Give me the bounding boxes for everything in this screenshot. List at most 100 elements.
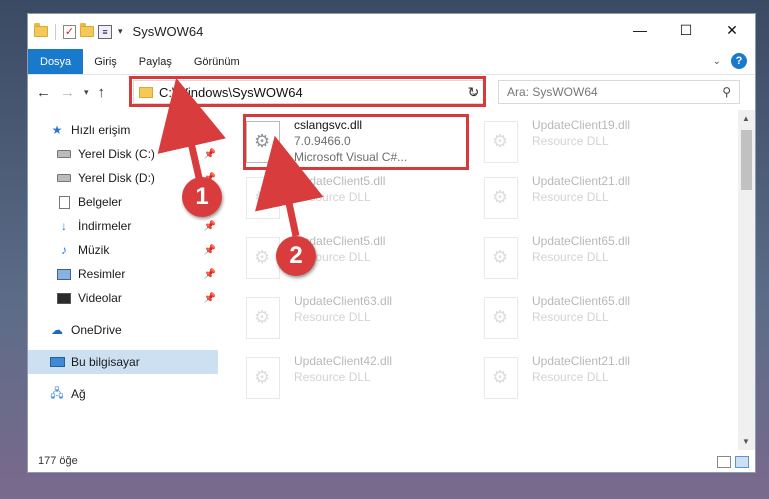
tiles-view-icon[interactable]: [735, 456, 749, 468]
tab-home[interactable]: Giriş: [83, 49, 128, 74]
computer-icon: [49, 357, 65, 367]
sidebar-item-music[interactable]: ♪ Müzik 📌: [28, 238, 218, 262]
properties-icon[interactable]: ≡: [98, 24, 112, 39]
file-item[interactable]: UpdateClient63.dll Resource DLL: [246, 292, 392, 344]
file-name: UpdateClient21.dll: [532, 354, 631, 368]
details-view-icon[interactable]: [717, 456, 731, 468]
item-count: 177 öğe: [38, 455, 78, 467]
step-2-badge: 2: [276, 236, 316, 276]
title-bar: ✓ ≡ ▾ SysWOW64 — ☐ ✕: [28, 14, 755, 49]
file-name: UpdateClient65.dll: [532, 234, 631, 248]
maximize-button[interactable]: ☐: [663, 14, 709, 46]
dll-file-icon: [484, 177, 518, 219]
sidebar-item-label: Yerel Disk (D:): [78, 171, 155, 185]
file-name: cslangsvc.dll: [294, 118, 363, 132]
dll-file-icon: [484, 297, 518, 339]
file-name: UpdateClient65.dll: [532, 294, 631, 308]
file-version: 7.0.9466.0: [294, 134, 351, 148]
file-type: Resource DLL: [294, 310, 371, 324]
dll-file-icon: [484, 237, 518, 279]
sidebar-item-label: Belgeler: [78, 195, 123, 209]
sidebar-item-network[interactable]: 🖧 Ağ: [28, 382, 218, 406]
customize-toolbar-chevron-icon[interactable]: ▾: [118, 26, 123, 37]
dll-file-icon: [246, 237, 280, 279]
step-1-badge: 1: [182, 177, 222, 217]
sidebar-item-label: Ağ: [71, 387, 86, 401]
quick-access-toolbar: ✓ ≡ ▾: [34, 23, 123, 40]
properties-check-icon[interactable]: ✓: [63, 24, 76, 39]
file-item-cslangsvc[interactable]: cslangsvc.dll 7.0.9466.0 Microsoft Visua…: [246, 116, 407, 168]
download-icon: ↓: [61, 219, 67, 233]
file-list: cslangsvc.dll 7.0.9466.0 Microsoft Visua…: [218, 110, 755, 450]
window-title: SysWOW64: [132, 24, 204, 39]
drive-icon: [57, 150, 71, 158]
scroll-up-arrow-icon[interactable]: ▲: [742, 114, 750, 123]
search-icon: ⚲: [722, 85, 731, 99]
sidebar-item-label: Hızlı erişim: [71, 123, 131, 137]
back-arrow-icon[interactable]: ←: [36, 84, 51, 101]
navigation-bar: ← → ▾ ↑ C:\Windows\SysWOW64 ⌄ ↻ ⚲: [28, 74, 755, 109]
tab-view[interactable]: Görünüm: [183, 49, 251, 74]
address-bar[interactable]: C:\Windows\SysWOW64 ⌄: [133, 80, 485, 104]
file-item[interactable]: UpdateClient5.dll Resource DLL: [246, 172, 385, 224]
folder-icon: [139, 86, 153, 98]
navigation-pane: ★ Hızlı erişim Yerel Disk (C:) 📌 Yerel D…: [28, 110, 218, 450]
sidebar-item-local-disk-c[interactable]: Yerel Disk (C:) 📌: [28, 142, 218, 166]
recent-locations-chevron-icon[interactable]: ▾: [84, 87, 89, 98]
tab-file[interactable]: Dosya: [28, 49, 84, 74]
scroll-down-arrow-icon[interactable]: ▼: [742, 437, 750, 446]
pin-icon[interactable]: 📌: [204, 149, 216, 160]
vertical-scrollbar[interactable]: ▲ ▼: [738, 110, 755, 450]
up-arrow-icon[interactable]: ↑: [98, 84, 106, 101]
file-item[interactable]: UpdateClient21.dll Resource DLL: [484, 172, 630, 224]
music-icon: ♪: [61, 243, 67, 257]
dll-file-icon: [484, 357, 518, 399]
dll-file-icon: [484, 121, 518, 163]
file-name: UpdateClient19.dll: [532, 118, 631, 132]
sidebar-item-label: Müzik: [78, 243, 110, 257]
file-type: Resource DLL: [532, 370, 609, 384]
search-box[interactable]: ⚲: [498, 80, 740, 104]
tab-share[interactable]: Paylaş: [128, 49, 183, 74]
address-path[interactable]: C:\Windows\SysWOW64: [159, 85, 303, 100]
file-item[interactable]: UpdateClient65.dll Resource DLL: [484, 292, 630, 344]
file-item[interactable]: UpdateClient21.dll Resource DLL: [484, 352, 630, 404]
sidebar-item-label: Resimler: [78, 267, 126, 281]
scrollbar-thumb[interactable]: [741, 130, 752, 190]
file-item[interactable]: UpdateClient42.dll Resource DLL: [246, 352, 392, 404]
sidebar-item-quick-access[interactable]: ★ Hızlı erişim: [28, 118, 218, 142]
dll-file-icon: [246, 121, 280, 163]
sidebar-item-videos[interactable]: Videolar 📌: [28, 286, 218, 310]
refresh-button[interactable]: ↻: [462, 80, 486, 104]
search-input[interactable]: [499, 85, 709, 99]
pin-icon[interactable]: 📌: [204, 269, 216, 280]
new-folder-icon[interactable]: [80, 23, 94, 37]
sidebar-item-label: Videolar: [78, 291, 122, 305]
folder-icon: [34, 23, 48, 37]
cloud-icon: ☁: [51, 323, 63, 337]
file-type: Resource DLL: [294, 190, 371, 204]
separator: [55, 23, 56, 40]
star-icon: ★: [51, 123, 63, 137]
file-type: Resource DLL: [294, 370, 371, 384]
file-item[interactable]: UpdateClient65.dll Resource DLL: [484, 232, 630, 284]
forward-arrow-icon[interactable]: →: [60, 84, 75, 101]
help-icon[interactable]: ?: [731, 53, 747, 69]
sidebar-item-this-pc[interactable]: Bu bilgisayar: [28, 350, 218, 374]
sidebar-item-downloads[interactable]: ↓ İndirmeler 📌: [28, 214, 218, 238]
dll-file-icon: [246, 177, 280, 219]
expand-ribbon-chevron-icon[interactable]: ⌄: [713, 56, 721, 67]
minimize-button[interactable]: —: [617, 14, 663, 46]
file-item[interactable]: UpdateClient19.dll Resource DLL: [484, 116, 630, 168]
sidebar-item-onedrive[interactable]: ☁ OneDrive: [28, 318, 218, 342]
pin-icon[interactable]: 📌: [204, 293, 216, 304]
pin-icon[interactable]: 📌: [204, 221, 216, 232]
close-button[interactable]: ✕: [709, 14, 755, 46]
sidebar-item-pictures[interactable]: Resimler 📌: [28, 262, 218, 286]
main-area: ★ Hızlı erişim Yerel Disk (C:) 📌 Yerel D…: [28, 110, 755, 450]
ribbon-tabs: Dosya Giriş Paylaş Görünüm ⌄ ?: [28, 49, 755, 74]
status-bar: 177 öğe: [28, 450, 755, 472]
pin-icon[interactable]: 📌: [204, 245, 216, 256]
file-type: Resource DLL: [532, 134, 609, 148]
network-icon: 🖧: [50, 385, 64, 400]
